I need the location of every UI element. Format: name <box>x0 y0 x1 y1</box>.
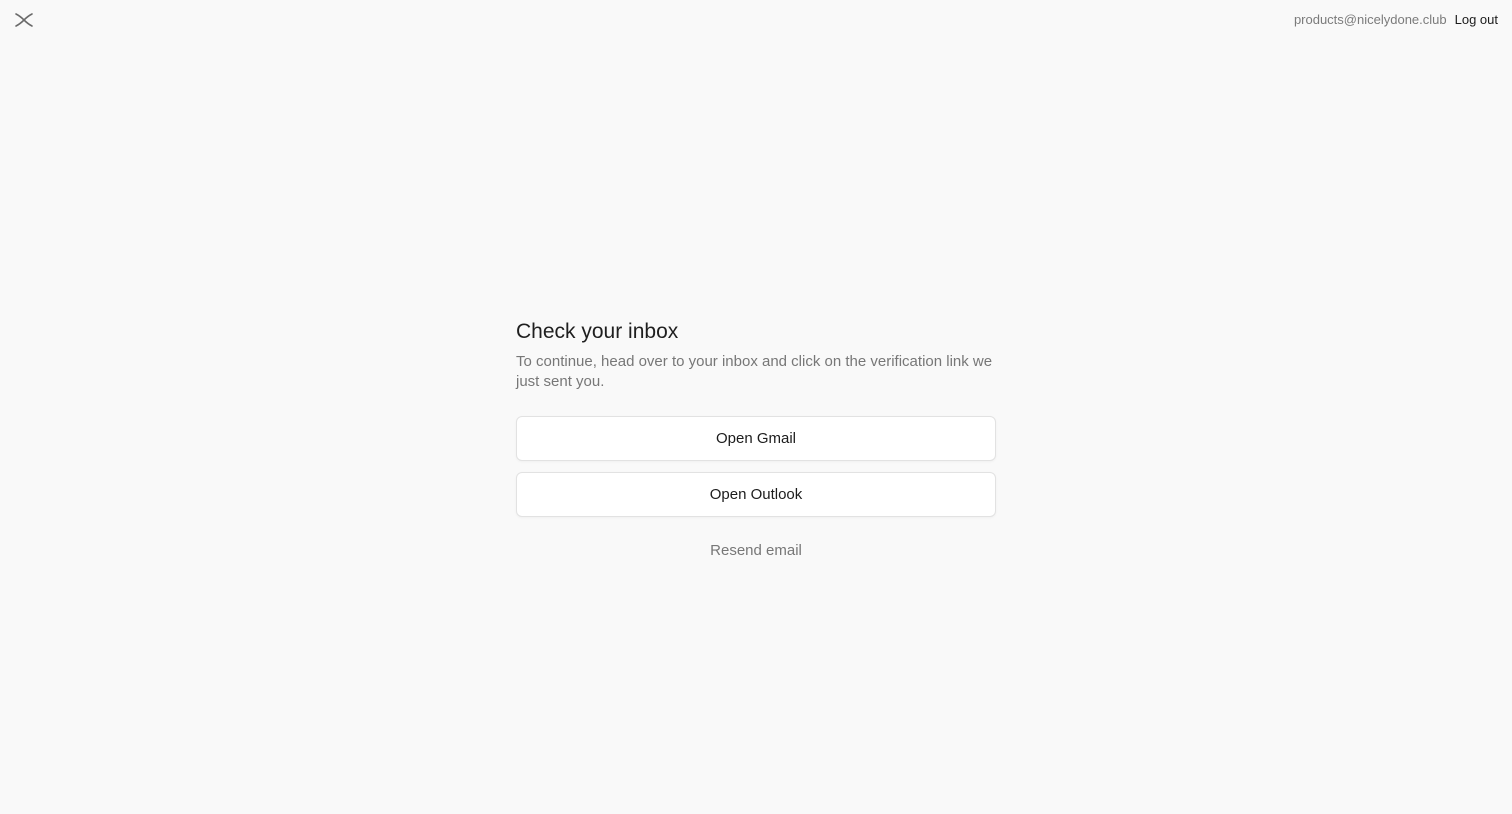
top-bar: products@nicelydone.club Log out <box>0 0 1512 40</box>
x-logo-icon[interactable] <box>14 11 34 29</box>
page-title: Check your inbox <box>516 320 679 343</box>
account-area: products@nicelydone.club Log out <box>1294 12 1498 28</box>
open-outlook-button[interactable]: Open Outlook <box>516 472 996 517</box>
account-email: products@nicelydone.club <box>1293 12 1447 27</box>
resend-email-link[interactable]: Resend email <box>516 541 996 561</box>
page-subtitle: To continue, head over to your inbox and… <box>516 353 993 390</box>
verification-panel: Check your inbox To continue, head over … <box>516 318 996 561</box>
open-gmail-button[interactable]: Open Gmail <box>516 416 996 461</box>
logout-link[interactable]: Log out <box>1455 12 1498 28</box>
